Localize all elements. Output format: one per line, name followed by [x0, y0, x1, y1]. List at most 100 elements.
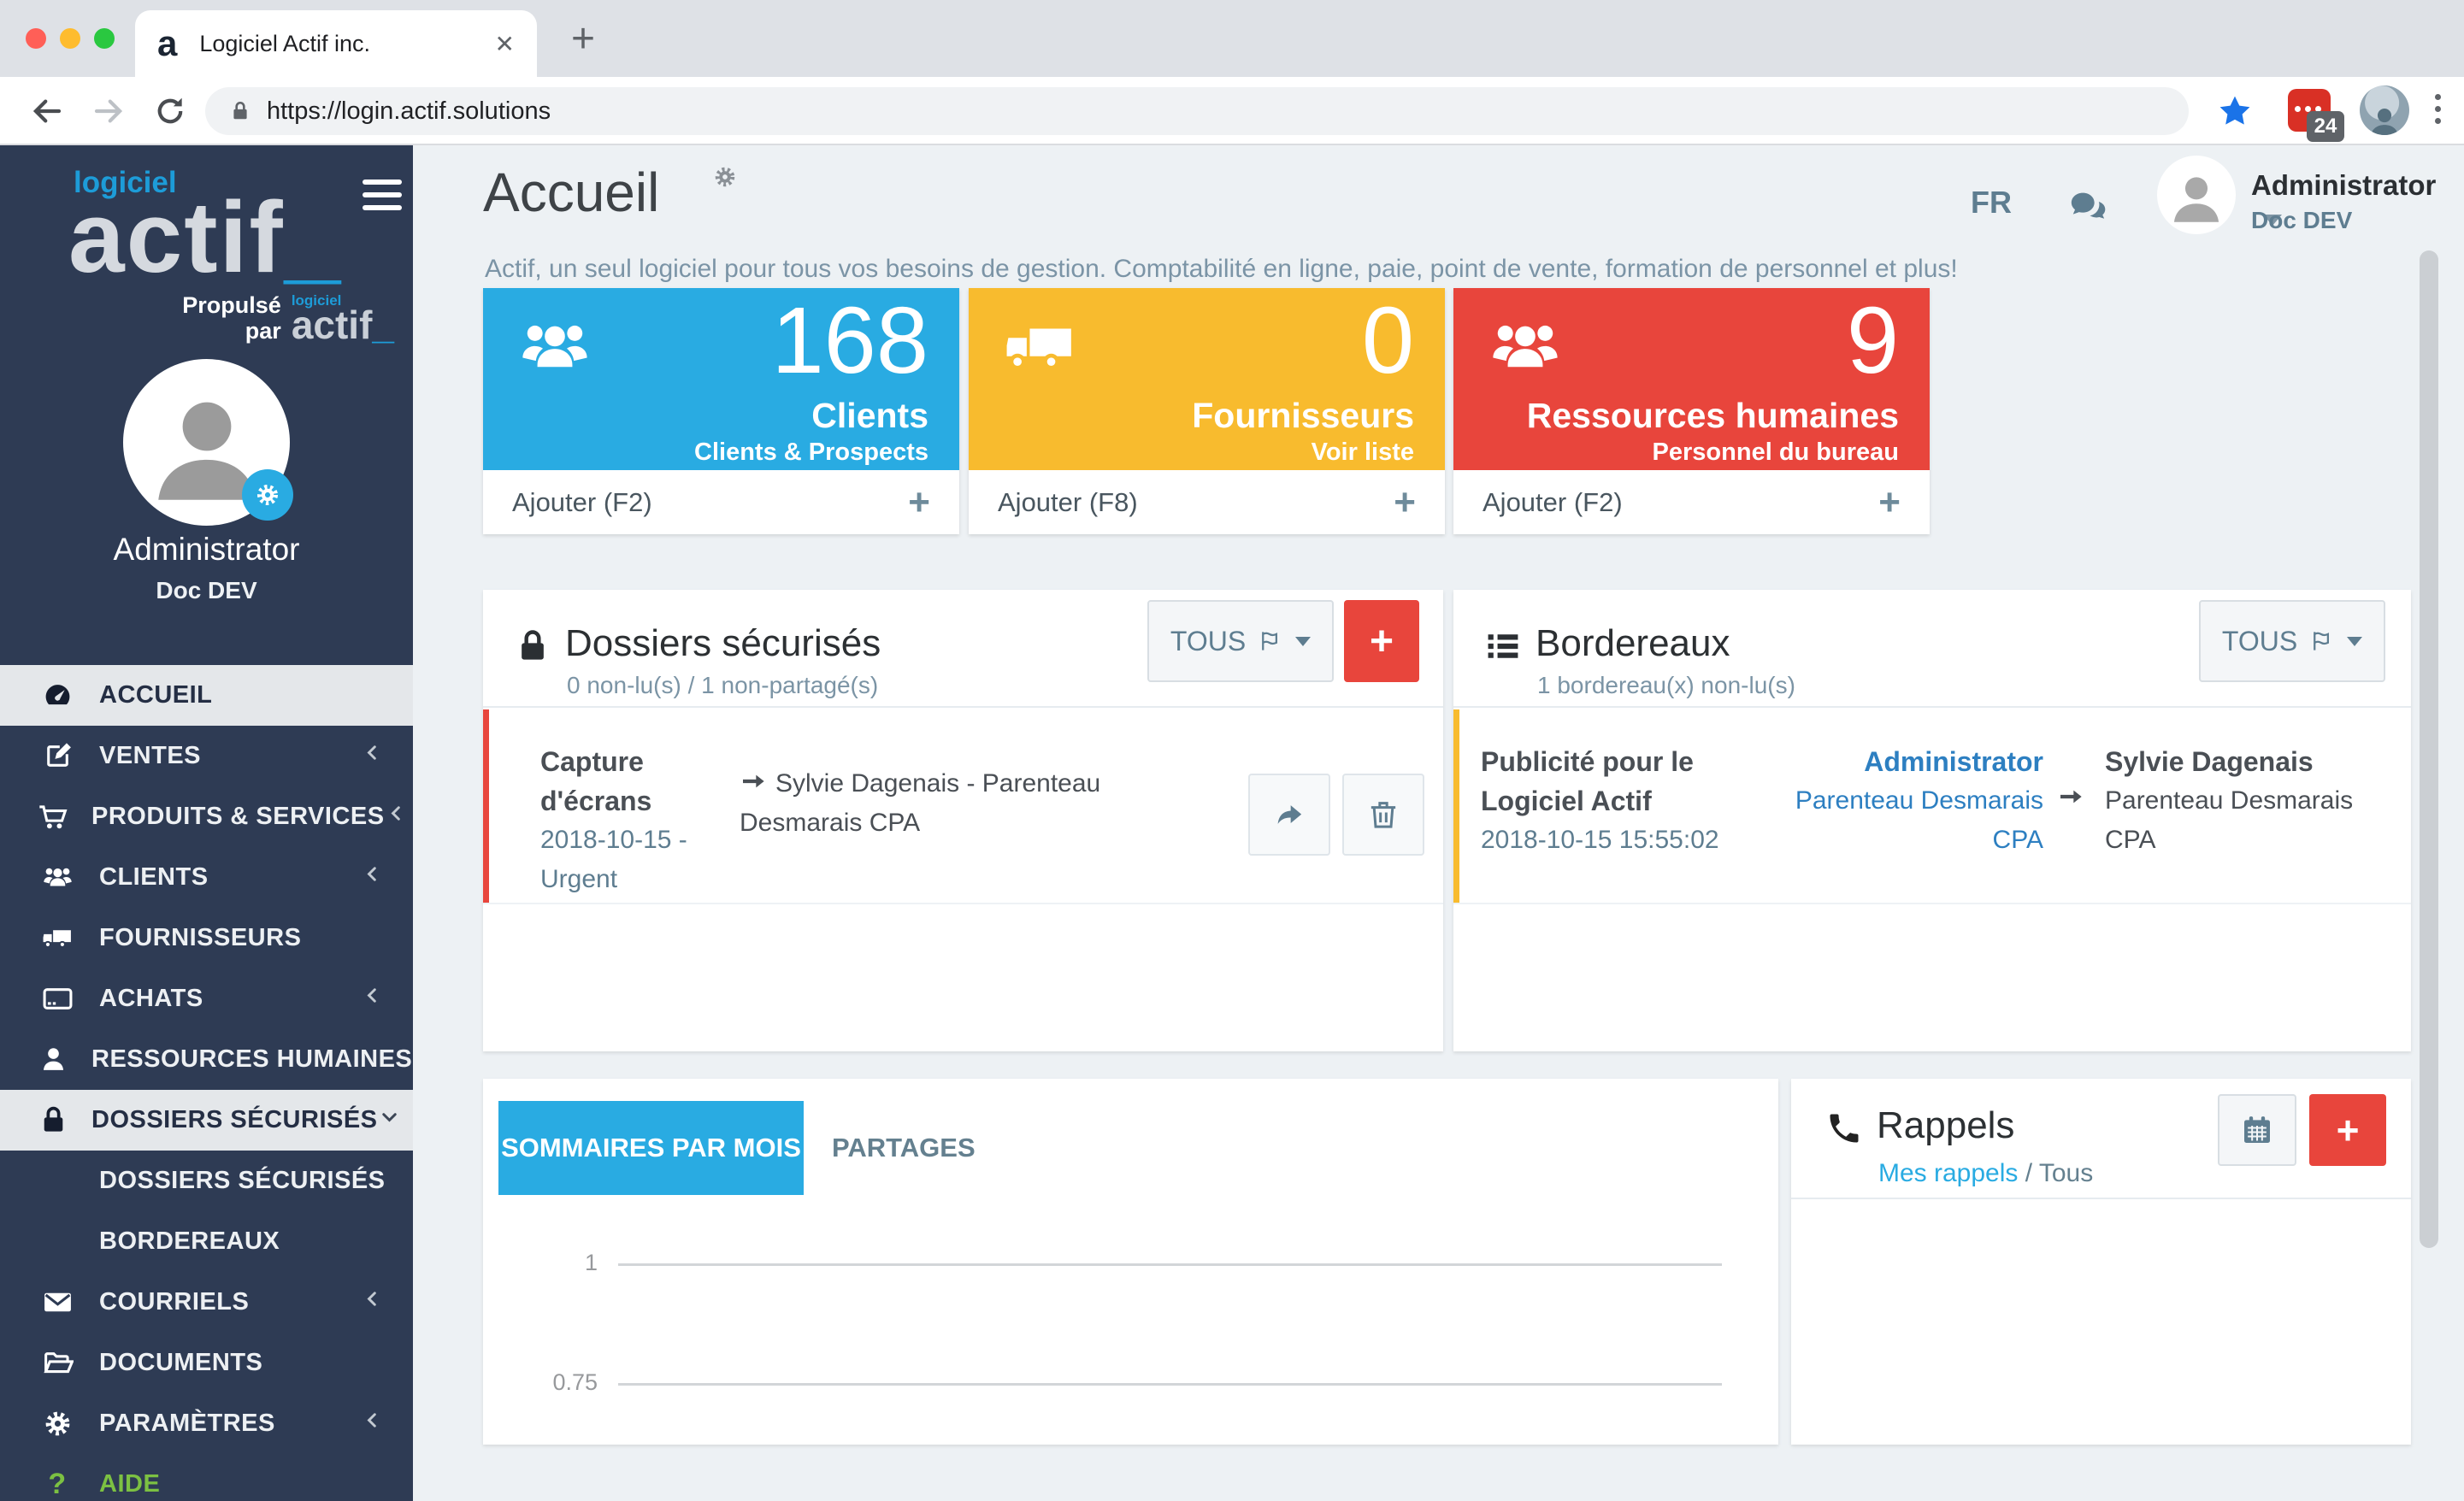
hamburger-menu-icon[interactable]	[363, 180, 402, 218]
chart-ytick-1: 1	[512, 1250, 598, 1276]
bookmark-star-icon[interactable]	[2216, 92, 2254, 130]
app-window: a Logiciel Actif inc. ✕ + https://login.…	[0, 0, 2464, 1501]
chevron-left-icon	[361, 984, 384, 1014]
add-client-button[interactable]: Ajouter (F2)+	[483, 470, 959, 534]
window-controls	[26, 28, 115, 49]
stat-card-fournisseurs: 0 Fournisseurs Voir liste Ajouter (F8)+	[969, 288, 1445, 534]
sidebar-item-parametres[interactable]: PARAMÈTRES	[0, 1393, 413, 1454]
calendar-button[interactable]	[2218, 1094, 2296, 1166]
bordereau-to-org2: CPA	[2105, 821, 2370, 860]
caret-down-icon	[1295, 637, 1311, 646]
address-bar[interactable]: https://login.actif.solutions	[205, 87, 2189, 135]
edit-icon	[38, 740, 77, 772]
question-icon: ?	[38, 1468, 77, 1501]
bordereau-to-name: Sylvie Dagenais	[2105, 742, 2370, 781]
dossier-list-item[interactable]: Capture d'écrans 2018-10-15 - Urgent Syl…	[483, 709, 1443, 904]
sidebar-item-ventes[interactable]: VENTES	[0, 726, 413, 786]
stat-card-fournisseurs-body[interactable]: 0 Fournisseurs Voir liste	[969, 288, 1445, 470]
share-icon	[1272, 798, 1306, 832]
share-dossier-button[interactable]	[1248, 774, 1330, 856]
mes-rappels-link[interactable]: Mes rappels	[1878, 1159, 2018, 1187]
lock-icon	[38, 1104, 69, 1136]
phone-icon	[1825, 1110, 1863, 1147]
sidebar-subitem-dossiers-securises[interactable]: DOSSIERS SÉCURISÉS	[0, 1151, 413, 1211]
tous-rappels-link[interactable]: Tous	[2039, 1159, 2093, 1187]
envelope-icon	[38, 1286, 77, 1318]
flag-icon	[1258, 628, 1283, 654]
chat-icon[interactable]	[2068, 186, 2107, 226]
stat-card-clients-body[interactable]: 168 Clients Clients & Prospects	[483, 288, 959, 470]
plus-icon: +	[1394, 481, 1416, 524]
user-icon	[38, 1044, 69, 1075]
bordereaux-filter-tous-button[interactable]: TOUS	[2199, 600, 2385, 682]
page-scrollbar[interactable]	[2420, 250, 2438, 1248]
close-window-button[interactable]	[26, 28, 46, 49]
chevron-down-icon	[378, 1105, 401, 1135]
gear-icon	[38, 1408, 77, 1439]
chevron-left-icon	[385, 802, 408, 832]
link-separator: /	[2018, 1159, 2038, 1187]
tab-partages[interactable]: PARTAGES	[832, 1101, 976, 1195]
plus-icon: +	[1878, 481, 1901, 524]
arrow-right-icon	[740, 768, 767, 795]
page-title: Accueil	[483, 161, 659, 224]
stat-card-clients: 168 Clients Clients & Prospects Ajouter …	[483, 288, 959, 534]
bordereau-list-item[interactable]: Publicité pour le Logiciel Actif 2018-10…	[1453, 709, 2411, 904]
browser-profile-avatar[interactable]	[2360, 85, 2409, 135]
dashboard-icon	[38, 680, 77, 711]
zoom-window-button[interactable]	[94, 28, 115, 49]
sidebar-item-ressources-humaines[interactable]: RESSOURCES HUMAINES	[0, 1029, 413, 1090]
minimize-window-button[interactable]	[60, 28, 80, 49]
tab-sommaires-par-mois[interactable]: SOMMAIRES PAR MOIS	[498, 1101, 804, 1195]
sidebar-item-documents[interactable]: DOCUMENTS	[0, 1333, 413, 1393]
sidebar-item-produits-services[interactable]: PRODUITS & SERVICES	[0, 786, 413, 847]
sidebar-item-fournisseurs[interactable]: FOURNISSEURS	[0, 908, 413, 968]
trash-icon	[1366, 798, 1400, 832]
user-avatar[interactable]	[123, 359, 290, 526]
reload-icon[interactable]	[152, 93, 188, 129]
browser-tab[interactable]: a Logiciel Actif inc. ✕	[135, 10, 537, 77]
header-avatar[interactable]	[2157, 156, 2236, 234]
app-logo[interactable]: actif_	[68, 180, 342, 296]
sidebar-item-aide[interactable]: ? AIDE	[0, 1454, 413, 1501]
list-icon	[1484, 627, 1522, 665]
delete-dossier-button[interactable]	[1342, 774, 1424, 856]
language-switch[interactable]: FR	[1971, 185, 2012, 221]
add-rappel-button[interactable]: +	[2309, 1094, 2386, 1166]
sidebar: logiciel actif_ Propulsépar logiciel act…	[0, 145, 413, 1501]
panel-summary: 0 non-lu(s) / 1 non-partagé(s)	[567, 672, 878, 699]
summaries-chart-card: SOMMAIRES PAR MOIS PARTAGES 1 0.75	[483, 1079, 1778, 1445]
sidebar-item-accueil[interactable]: ACCUEIL	[0, 665, 413, 726]
sidebar-item-clients[interactable]: CLIENTS	[0, 847, 413, 908]
add-rh-button[interactable]: Ajouter (F2)+	[1453, 470, 1930, 534]
dossiers-filter-tous-button[interactable]: TOUS	[1147, 600, 1334, 682]
browser-menu-icon[interactable]	[2435, 94, 2441, 124]
fournisseurs-count: 0	[1362, 285, 1414, 397]
folder-open-icon	[38, 1347, 77, 1379]
stat-card-rh: 9 Ressources humaines Personnel du burea…	[1453, 288, 1930, 534]
arrow-right-icon	[2057, 783, 2084, 810]
sidebar-subitem-bordereaux[interactable]: BORDEREAUX	[0, 1211, 413, 1272]
avatar-settings-gear-icon[interactable]	[242, 469, 293, 521]
add-dossier-button[interactable]: +	[1344, 600, 1419, 682]
credit-card-icon	[38, 983, 77, 1015]
panel-summary: 1 bordereau(x) non-lu(s)	[1537, 672, 1795, 699]
back-icon[interactable]	[29, 93, 65, 129]
forward-icon[interactable]	[91, 93, 127, 129]
rh-count: 9	[1847, 285, 1899, 397]
tab-close-icon[interactable]: ✕	[495, 30, 515, 58]
add-fournisseur-button[interactable]: Ajouter (F8)+	[969, 470, 1445, 534]
sidebar-item-dossiers-securises[interactable]: DOSSIERS SÉCURISÉS	[0, 1090, 413, 1151]
lock-icon	[514, 627, 551, 665]
cart-icon	[38, 801, 69, 833]
browser-tab-strip: a Logiciel Actif inc. ✕ +	[0, 0, 2464, 77]
tab-title: Logiciel Actif inc.	[199, 31, 494, 57]
sidebar-item-courriels[interactable]: COURRIELS	[0, 1272, 413, 1333]
page-settings-gear-icon[interactable]	[712, 164, 738, 190]
new-tab-button[interactable]: +	[571, 15, 595, 62]
stat-card-rh-body[interactable]: 9 Ressources humaines Personnel du burea…	[1453, 288, 1930, 470]
sidebar-item-achats[interactable]: ACHATS	[0, 968, 413, 1029]
chevron-left-icon	[361, 1409, 384, 1439]
caret-down-icon	[2347, 637, 2362, 646]
urgent-flag-bar	[483, 709, 489, 903]
